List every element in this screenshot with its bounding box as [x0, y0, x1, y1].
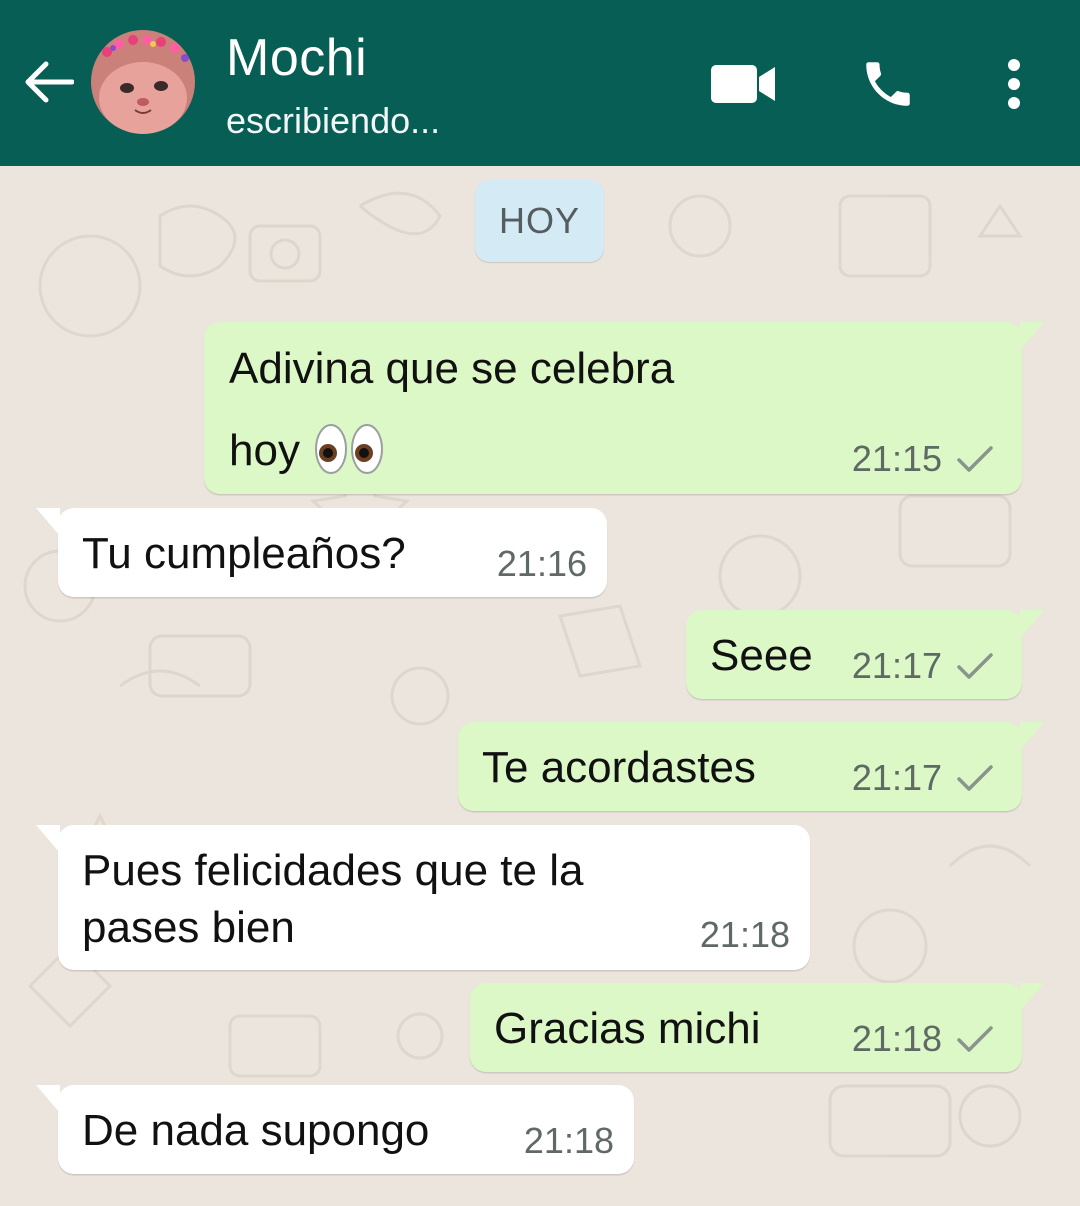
message-text-line: pases bien — [82, 903, 295, 952]
contact-name[interactable]: Mochi — [226, 28, 367, 88]
voice-call-button[interactable] — [856, 52, 920, 116]
message-time: 21:18 — [851, 1018, 942, 1059]
message-time: 21:18 — [523, 1120, 614, 1161]
message-text: De nada supongo — [82, 1106, 430, 1155]
message-text-line: Pues felicidades que te la — [82, 846, 584, 895]
arrow-left-icon — [25, 61, 74, 103]
avatar[interactable] — [91, 30, 195, 134]
message-text: Te acordastes — [482, 743, 756, 792]
more-options-button[interactable] — [990, 52, 1038, 116]
message-text-line: Adivina que se celebra — [229, 344, 675, 393]
message-meta: 21:18 — [852, 1018, 994, 1060]
message-text: Tu cumpleaños? — [82, 529, 406, 578]
chat-header: Mochi escribiendo... — [0, 0, 1080, 166]
message-text: Gracias michi — [494, 1004, 761, 1053]
message-time: 21:16 — [496, 543, 587, 584]
message-time: 21:17 — [851, 757, 942, 798]
message-time: 21:17 — [851, 645, 942, 686]
check-icon — [956, 444, 994, 474]
message-outgoing[interactable]: Te acordastes 21:17 — [458, 722, 1044, 811]
message-outgoing[interactable]: Adivina que se celebra hoy 21:15 — [204, 322, 1044, 494]
message-meta: 21:18 — [700, 914, 790, 956]
more-vert-icon — [1008, 59, 1020, 109]
message-text-line: hoy — [229, 422, 384, 481]
message-time: 21:18 — [699, 914, 790, 955]
phone-icon — [866, 62, 910, 106]
typing-status: escribiendo... — [226, 100, 441, 141]
message-meta: 21:18 — [524, 1120, 614, 1162]
video-call-button[interactable] — [708, 58, 780, 110]
back-button[interactable] — [18, 52, 78, 112]
date-divider: HOY — [475, 180, 604, 262]
message-incoming[interactable]: De nada supongo 21:18 — [36, 1085, 634, 1174]
message-text-line-2: hoy — [229, 426, 300, 475]
message-outgoing[interactable]: Seee 21:17 — [686, 610, 1044, 699]
eyes-emoji-icon — [314, 421, 384, 477]
message-meta: 21:15 — [852, 438, 994, 480]
check-icon — [956, 1024, 994, 1054]
message-incoming[interactable]: Pues felicidades que te la pases bien 21… — [36, 825, 810, 970]
cat-avatar-image — [91, 30, 195, 134]
message-incoming[interactable]: Tu cumpleaños? 21:16 — [36, 508, 607, 597]
message-time: 21:15 — [851, 438, 942, 479]
message-meta: 21:17 — [852, 757, 994, 799]
message-outgoing[interactable]: Gracias michi 21:18 — [470, 983, 1044, 1072]
message-meta: 21:16 — [497, 543, 587, 585]
check-icon — [956, 651, 994, 681]
message-meta: 21:17 — [852, 645, 994, 687]
videocam-icon — [711, 65, 775, 103]
check-icon — [956, 763, 994, 793]
message-text: Seee — [710, 631, 813, 680]
